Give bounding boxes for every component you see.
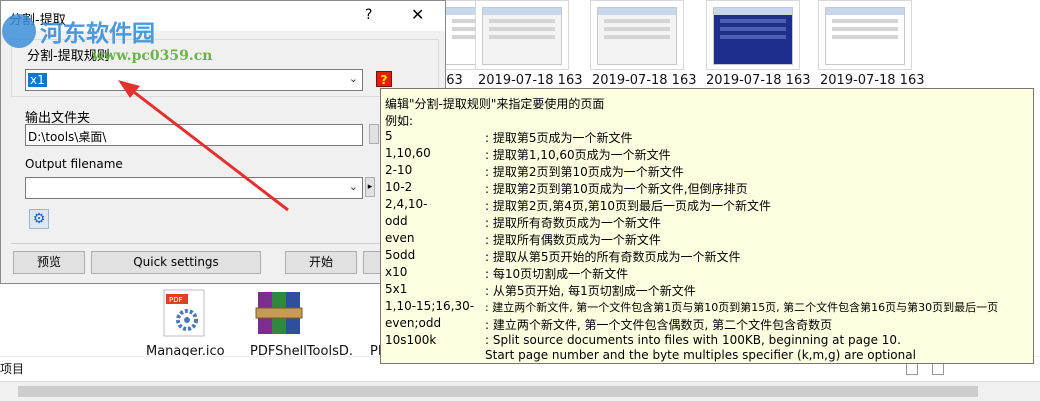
watermark-url: www.pc0359.cn <box>92 48 213 64</box>
watermark-title: 河东软件园 <box>40 20 155 47</box>
watermark-logo <box>2 14 36 48</box>
